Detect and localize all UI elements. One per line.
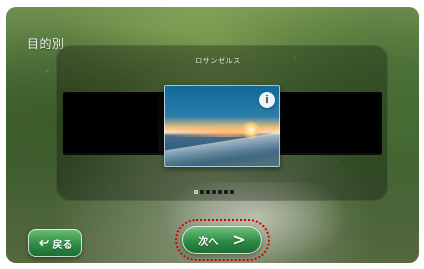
next-button-label: 次へ	[198, 236, 219, 248]
page-indicator-dot	[230, 190, 234, 194]
spot-name: ロサンゼルス	[195, 58, 241, 65]
carousel-item-prev[interactable]	[63, 94, 158, 153]
chevron-right-icon: >	[232, 229, 246, 249]
device-frame: 目的別 ロサンゼルス i 戻る 次へ >	[0, 0, 424, 269]
page-indicator	[194, 189, 234, 195]
back-arrow-icon	[38, 239, 49, 247]
next-button[interactable]: 次へ >	[182, 226, 262, 254]
back-button[interactable]: 戻る	[28, 229, 82, 257]
app-screen: 目的別 ロサンゼルス i 戻る 次へ >	[6, 7, 419, 263]
page-indicator-dot	[200, 190, 204, 194]
page-indicator-dot	[212, 190, 216, 194]
page-indicator-dot	[194, 190, 198, 194]
info-icon[interactable]: i	[259, 92, 275, 108]
carousel-item-next[interactable]	[281, 94, 381, 153]
page-indicator-dot	[224, 190, 228, 194]
page-indicator-dot	[206, 190, 210, 194]
page-indicator-dot	[218, 190, 222, 194]
back-button-label: 戻る	[52, 239, 73, 251]
